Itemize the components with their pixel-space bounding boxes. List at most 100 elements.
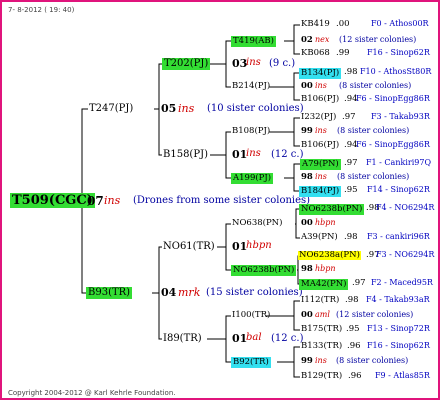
l3-gen: 99 xyxy=(301,126,313,136)
l3-id: A199(PJ) xyxy=(231,173,274,184)
l1-sis: (15 sister colonies) xyxy=(206,287,303,298)
l3-sis: (8 sister colonies) xyxy=(336,356,409,365)
l1-id: T247(PJ) xyxy=(89,103,134,114)
l4-yr: .97 xyxy=(344,158,358,168)
l4-yr: .96 xyxy=(348,371,362,381)
l4-origin: F4 - NO6294R xyxy=(376,203,435,212)
l2-id: T202(PJ) xyxy=(162,58,211,70)
l2-note: bal xyxy=(246,332,262,343)
l2-note: hbpn xyxy=(246,240,272,251)
l4-id: MA42(PN) xyxy=(299,279,349,290)
root-note: ins xyxy=(104,194,121,207)
l4-yr: .96 xyxy=(347,341,361,351)
l3-note: aml xyxy=(315,310,330,319)
l3-sis: (8 sister colonies) xyxy=(337,172,410,181)
l2-note: ins xyxy=(246,148,261,159)
l4-yr: .98 xyxy=(344,232,358,242)
l4-yr: .98 xyxy=(344,67,358,77)
l4-yr: .95 xyxy=(346,324,360,334)
copyright-footer: Copyright 2004-2012 @ Karl Kehrle Founda… xyxy=(8,389,176,397)
l3-note: ins xyxy=(315,356,327,365)
l2-id: I89(TR) xyxy=(163,333,202,344)
root-id: T509(CGC) xyxy=(10,193,95,208)
l3-note: hbpn xyxy=(315,218,336,227)
l4-id: B134(PJ) xyxy=(299,68,342,79)
l4-id: B175(TR) xyxy=(301,324,343,334)
l3-id: B108(PJ) xyxy=(232,126,271,136)
l2-id: B158(PJ) xyxy=(163,149,208,160)
l4-origin: F10 - AthosSt80R xyxy=(360,67,432,76)
l3-id: NO6238b(PN) xyxy=(231,265,297,276)
l4-yr: .97 xyxy=(352,278,366,288)
l4-yr: .97 xyxy=(342,112,356,122)
l3-gen: 00 xyxy=(301,218,313,228)
l4-origin: F13 - Sinop72R xyxy=(367,324,430,333)
l4-origin: F16 - Sinop62R xyxy=(367,341,430,350)
l3-gen: 98 xyxy=(301,264,313,274)
l4-id: B133(TR) xyxy=(301,341,343,351)
l4-origin: F6 - SinopEgg86R xyxy=(356,94,430,103)
l2-note: ins xyxy=(246,57,261,68)
l3-id: NO638(PN) xyxy=(232,218,283,228)
l3-note: ins xyxy=(315,172,327,181)
l1-gen: 05 xyxy=(161,102,177,115)
l2-sis: (12 c.) xyxy=(271,333,304,344)
l4-origin: F16 - Sinop62R xyxy=(367,48,430,57)
l4-id: A79(PN) xyxy=(300,159,341,170)
l4-id: NO6238a(PN) xyxy=(298,250,361,260)
l4-id: KB419 xyxy=(301,19,330,29)
l4-origin: F6 - SinopEgg86R xyxy=(356,140,430,149)
l3-gen: 98 xyxy=(301,172,313,182)
root-desc: (Drones from some sister colonies) xyxy=(133,195,311,206)
l1-note: mrk xyxy=(178,286,201,299)
l3-id: B214(PJ) xyxy=(232,81,271,91)
l3-gen: 00 xyxy=(301,310,313,320)
l3-gen: 99 xyxy=(301,356,313,366)
l4-id: I112(TR) xyxy=(301,295,340,305)
l4-id: B129(TR) xyxy=(301,371,343,381)
l3-id: T419(AB) xyxy=(231,36,276,47)
l3-sis: (8 sister colonies) xyxy=(337,126,410,135)
l3-note: nex xyxy=(315,35,330,44)
l1-id: B93(TR) xyxy=(86,287,133,299)
l3-id: I100(TR) xyxy=(232,310,271,320)
l4-yr: .00 xyxy=(336,19,350,29)
l4-origin: F4 - Takab93aR xyxy=(366,295,430,304)
timestamp-header: 7- 8-2012 ( 19: 40) xyxy=(8,6,75,14)
l4-origin: F3 - Takab93R xyxy=(371,112,430,121)
l4-origin: F9 - Atlas85R xyxy=(375,371,430,380)
l4-id: I232(PJ) xyxy=(301,112,337,122)
pedigree-chart: 7- 8-2012 ( 19: 40) T509(CGC) 07 ins (Dr… xyxy=(0,0,440,400)
l1-note: ins xyxy=(178,102,195,115)
l3-sis: (12 sister colonies) xyxy=(339,35,417,44)
l3-note: hbpn xyxy=(315,264,336,273)
l4-origin: F3 - NO6294R xyxy=(376,250,435,259)
l4-id: B106(PJ) xyxy=(301,140,340,150)
root-gen: 07 xyxy=(87,194,104,208)
l3-gen: 00 xyxy=(301,81,313,91)
l4-id: A39(PN) xyxy=(301,232,338,242)
l2-sis: (9 c.) xyxy=(269,58,296,69)
l4-origin: F14 - Sinop62R xyxy=(367,185,430,194)
l3-gen: 02 xyxy=(301,35,313,45)
l3-sis: (12 sister colonies) xyxy=(336,310,414,319)
l4-origin: F0 - Athos00R xyxy=(371,19,429,28)
l4-origin: F1 - Cankiri97Q xyxy=(366,158,431,167)
l3-note: ins xyxy=(315,81,327,90)
l4-id: KB068 xyxy=(301,48,330,58)
l3-sis: (8 sister colonies) xyxy=(339,81,412,90)
l4-origin: F2 - Maced95R xyxy=(371,278,433,287)
l4-origin: F3 - cankiri96R xyxy=(367,232,430,241)
l1-gen: 04 xyxy=(161,286,177,299)
l4-yr: .99 xyxy=(336,48,350,58)
l4-id: B184(PJ) xyxy=(299,186,342,197)
l3-id: B92(TR) xyxy=(231,357,271,368)
l4-id: NO6238b(PN) xyxy=(299,204,365,215)
l2-sis: (12 c.) xyxy=(271,149,304,160)
l3-note: ins xyxy=(315,126,327,135)
l2-id: NO61(TR) xyxy=(163,241,215,252)
l4-yr: .95 xyxy=(344,185,358,195)
l4-yr: .98 xyxy=(345,295,359,305)
l4-id: B106(PJ) xyxy=(301,94,340,104)
l1-sis: (10 sister colonies) xyxy=(207,103,304,114)
